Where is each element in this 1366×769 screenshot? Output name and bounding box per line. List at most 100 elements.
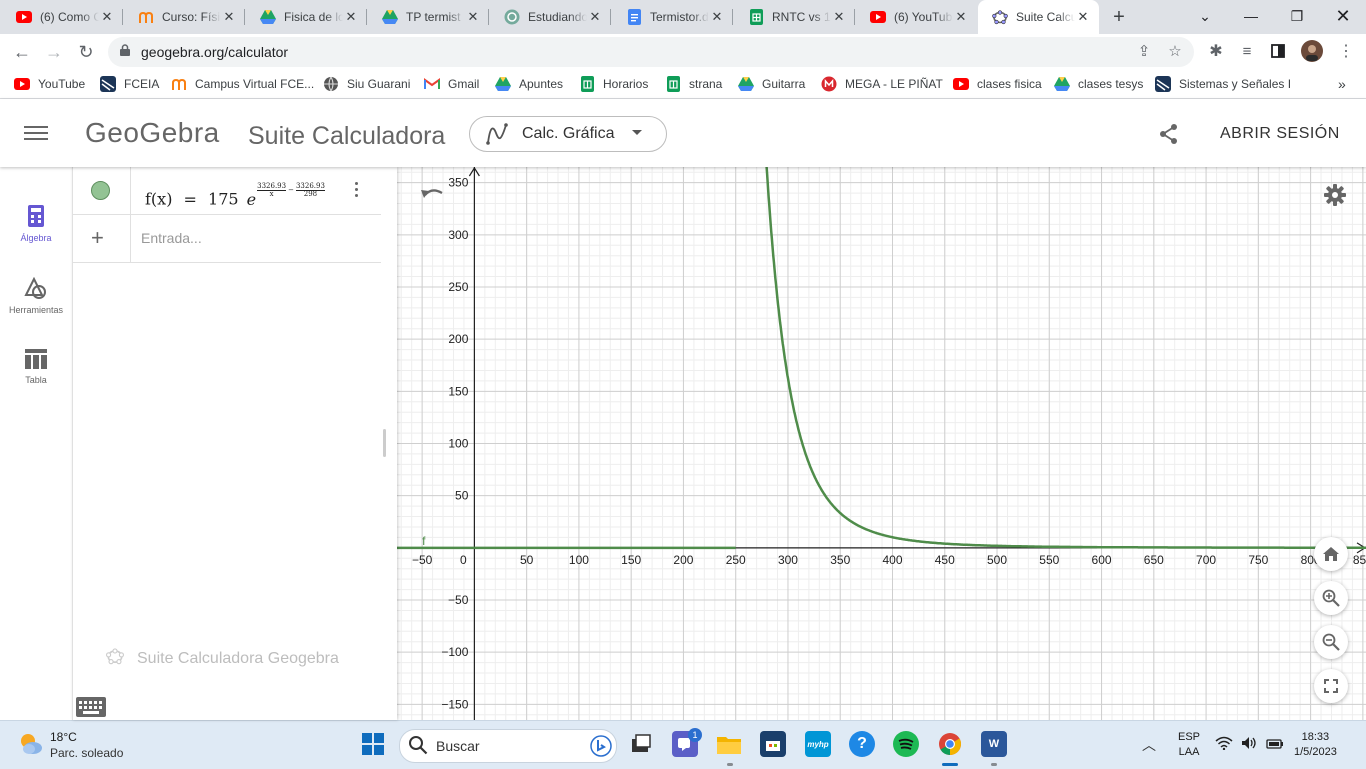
bookmark-item[interactable]: clases fisica bbox=[953, 76, 1042, 92]
share-icon[interactable] bbox=[1158, 123, 1180, 150]
browser-tab[interactable]: (6) YouTub ✕ bbox=[856, 0, 977, 34]
side-panel-icon[interactable] bbox=[1266, 40, 1290, 64]
weather-description[interactable]: Parc. soleado bbox=[50, 746, 123, 760]
bookmark-item[interactable]: Horarios bbox=[579, 76, 648, 92]
browser-tab[interactable]: Fisica de lo ✕ bbox=[246, 0, 367, 34]
address-bar[interactable]: geogebra.org/calculator ⇪ ☆ bbox=[108, 37, 1194, 67]
bookmark-item[interactable]: FCEIA bbox=[100, 76, 159, 92]
hamburger-menu-icon[interactable] bbox=[24, 122, 48, 144]
browser-tab[interactable]: RNTC vs 1/ ✕ bbox=[734, 0, 855, 34]
tab-search-icon[interactable]: ⌄ bbox=[1182, 0, 1228, 34]
browser-tab[interactable]: (6) Como C ✕ bbox=[2, 0, 123, 34]
tray-icons[interactable] bbox=[1215, 736, 1284, 755]
fullscreen-icon[interactable] bbox=[1314, 669, 1348, 703]
tool-tabla[interactable]: Tabla bbox=[0, 349, 72, 385]
algebra-row-f[interactable]: f(x) = 175 e3326.93x−3326.93298 bbox=[73, 167, 381, 215]
keyboard-icon[interactable] bbox=[76, 697, 106, 717]
undo-icon[interactable] bbox=[420, 185, 444, 206]
weather-temperature[interactable]: 18°C bbox=[50, 730, 77, 744]
zoom-out-icon[interactable] bbox=[1314, 625, 1348, 659]
y-tick-label: 300 bbox=[448, 228, 468, 242]
windows-start-icon[interactable] bbox=[362, 733, 384, 760]
x-tick-label: 850 bbox=[1353, 553, 1366, 567]
bookmark-item[interactable]: Sistemas y Señales I bbox=[1155, 76, 1291, 92]
browser-tab[interactable]: Termistor.d ✕ bbox=[612, 0, 733, 34]
function-definition[interactable]: f(x) = 175 e3326.93x−3326.93298 bbox=[145, 183, 325, 209]
visibility-toggle[interactable] bbox=[91, 181, 110, 200]
graph-canvas[interactable]: −500501001502002503003504004505005506006… bbox=[396, 167, 1366, 720]
tool-herramientas[interactable]: Herramientas bbox=[0, 277, 72, 315]
weather-partly-sunny-icon[interactable] bbox=[18, 731, 44, 757]
close-tab-icon[interactable]: ✕ bbox=[587, 9, 603, 25]
file-explorer-icon[interactable] bbox=[716, 731, 742, 757]
minimize-button[interactable]: — bbox=[1228, 0, 1274, 34]
close-tab-icon[interactable]: ✕ bbox=[953, 9, 969, 25]
bookmark-item[interactable]: Apuntes bbox=[495, 76, 563, 92]
chrome-menu-icon[interactable]: ⋮ bbox=[1334, 40, 1358, 64]
close-tab-icon[interactable]: ✕ bbox=[99, 9, 115, 25]
share-page-icon[interactable]: ⇪ bbox=[1134, 42, 1154, 62]
taskbar-search[interactable]: Buscar bbox=[399, 729, 617, 763]
settings-gear-icon[interactable] bbox=[1324, 184, 1346, 211]
browser-tab-active[interactable]: Suite Calcu ✕ bbox=[978, 0, 1099, 34]
bookmark-label: Siu Guarani bbox=[347, 77, 410, 91]
language-indicator[interactable]: ESPLAA bbox=[1178, 730, 1200, 760]
new-tab-button[interactable]: + bbox=[1108, 6, 1130, 28]
geogebra-logo[interactable]: GeoGebra bbox=[85, 117, 220, 149]
profile-avatar[interactable] bbox=[1300, 40, 1324, 64]
close-tab-icon[interactable]: ✕ bbox=[465, 9, 481, 25]
more-options-icon[interactable] bbox=[351, 179, 361, 201]
restore-button[interactable]: ❐ bbox=[1274, 0, 1320, 34]
tray-overflow-icon[interactable]: ︿ bbox=[1142, 735, 1156, 755]
bookmark-item[interactable]: Guitarra bbox=[738, 76, 805, 92]
bookmark-item[interactable]: MEGA - LE PIÑAT bbox=[821, 76, 943, 92]
add-icon[interactable]: + bbox=[91, 225, 104, 251]
close-tab-icon[interactable]: ✕ bbox=[1075, 9, 1091, 25]
browser-tab[interactable]: TP termist ✕ bbox=[368, 0, 489, 34]
bookmark-item[interactable]: strana bbox=[665, 76, 722, 92]
browser-tab[interactable]: Curso: Físic ✕ bbox=[124, 0, 245, 34]
media-controls-icon[interactable]: ≡ bbox=[1235, 40, 1259, 64]
back-icon[interactable]: ← bbox=[10, 40, 34, 64]
extensions-icon[interactable]: ✱ bbox=[1204, 40, 1228, 64]
lock-icon[interactable] bbox=[120, 44, 130, 59]
browser-tab[interactable]: Estudiando ✕ bbox=[490, 0, 611, 34]
spotify-icon[interactable] bbox=[893, 731, 919, 757]
myhp-icon[interactable]: myhp bbox=[805, 731, 831, 757]
panel-resize-handle[interactable] bbox=[383, 429, 386, 457]
bookmark-item[interactable]: Siu Guarani bbox=[323, 76, 410, 92]
bookmark-item[interactable]: YouTube bbox=[14, 76, 85, 92]
task-view-icon[interactable] bbox=[628, 731, 654, 757]
bookmark-item[interactable]: clases tesys bbox=[1054, 76, 1143, 92]
microsoft-store-icon[interactable] bbox=[760, 731, 786, 757]
zoom-in-icon[interactable] bbox=[1314, 581, 1348, 615]
reload-icon[interactable]: ↻ bbox=[74, 40, 98, 64]
wifi-icon[interactable] bbox=[1215, 737, 1233, 754]
forward-icon[interactable]: → bbox=[42, 40, 66, 64]
close-tab-icon[interactable]: ✕ bbox=[831, 9, 847, 25]
system-clock[interactable]: 18:331/5/2023 bbox=[1294, 730, 1337, 760]
more-bookmarks-button[interactable]: » bbox=[1338, 76, 1346, 92]
chrome-icon[interactable] bbox=[937, 731, 963, 757]
bookmark-item[interactable]: Campus Virtual FCE... bbox=[171, 76, 314, 92]
x-tick-label: 300 bbox=[778, 553, 798, 567]
graphics-view[interactable]: −500501001502002503003504004505005506006… bbox=[396, 167, 1366, 720]
bookmark-star-icon[interactable]: ☆ bbox=[1165, 42, 1185, 62]
home-icon[interactable] bbox=[1314, 537, 1348, 571]
close-window-button[interactable]: ✕ bbox=[1320, 0, 1366, 34]
moodle-icon bbox=[171, 76, 187, 92]
volume-icon[interactable] bbox=[1241, 737, 1257, 754]
close-tab-icon[interactable]: ✕ bbox=[221, 9, 237, 25]
tool-algebra[interactable]: Álgebra bbox=[0, 205, 72, 243]
close-tab-icon[interactable]: ✕ bbox=[709, 9, 725, 25]
sign-in-button[interactable]: ABRIR SESIÓN bbox=[1220, 125, 1340, 143]
help-icon[interactable]: ? bbox=[849, 731, 875, 757]
close-tab-icon[interactable]: ✕ bbox=[343, 9, 359, 25]
app-selector-dropdown[interactable]: Calc. Gráfica bbox=[469, 116, 667, 152]
bookmark-item[interactable]: Gmail bbox=[424, 76, 479, 92]
word-icon[interactable]: W bbox=[981, 731, 1007, 757]
algebra-input-row[interactable]: + Entrada... bbox=[73, 214, 381, 263]
algebra-input[interactable]: Entrada... bbox=[141, 230, 202, 246]
algebra-panel: f(x) = 175 e3326.93x−3326.93298 + Entrad… bbox=[72, 167, 397, 720]
battery-icon[interactable] bbox=[1266, 737, 1284, 754]
